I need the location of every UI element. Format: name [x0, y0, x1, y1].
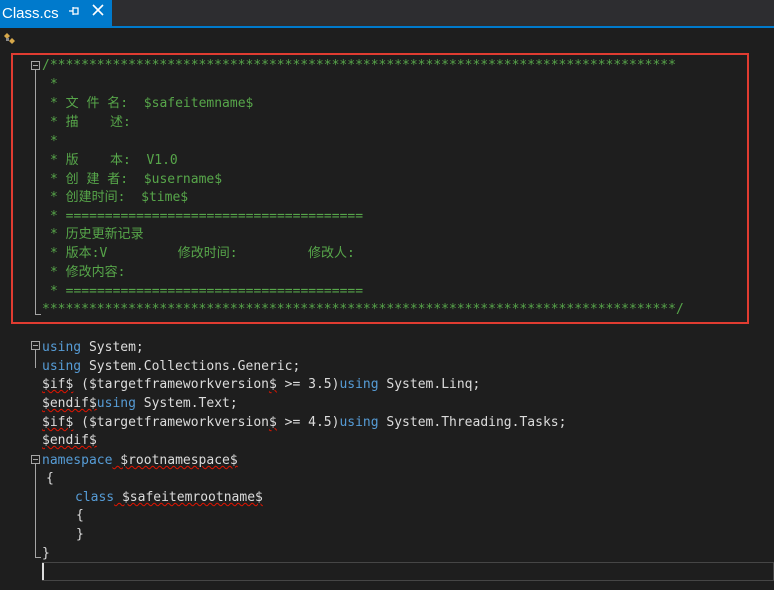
code-line-class-close-brace: } [76, 527, 84, 542]
code-line-if-tasks: $if$ ($targetframeworkversion$ >= 4.5)us… [42, 415, 567, 430]
code-line-close-brace: } [42, 546, 50, 561]
navigation-bar-icon[interactable] [1, 30, 19, 50]
code-line-endif-text: $endif$using System.Text; [42, 396, 238, 411]
code-line-namespace: namespace $rootnamespace$ [42, 453, 238, 468]
code-line-open-brace: { [46, 471, 54, 486]
collapse-usings-icon[interactable] [31, 341, 40, 350]
code-line-class-open-brace: { [76, 508, 84, 523]
current-line-highlight [42, 562, 774, 581]
code-line-endif: $endif$ [42, 433, 97, 448]
code-line-using-system: using System; [42, 340, 144, 355]
tab-title: Class.cs [2, 5, 59, 22]
pin-icon[interactable] [68, 5, 80, 20]
document-tab-bar: Class.cs [0, 0, 774, 28]
code-line-if-linq: $if$ ($targetframeworkversion$ >= 3.5)us… [42, 377, 481, 392]
fold-guide [35, 464, 36, 557]
highlight-box [11, 53, 749, 324]
fold-guide-end [35, 557, 41, 558]
text-caret [42, 563, 44, 580]
close-icon[interactable] [91, 3, 105, 22]
code-line-using-generic: using System.Collections.Generic; [42, 359, 301, 374]
tab-class-cs[interactable]: Class.cs [0, 0, 112, 26]
collapse-namespace-icon[interactable] [31, 455, 40, 464]
code-line-class: class $safeitemrootname$ [75, 490, 263, 505]
fold-guide [35, 350, 36, 368]
